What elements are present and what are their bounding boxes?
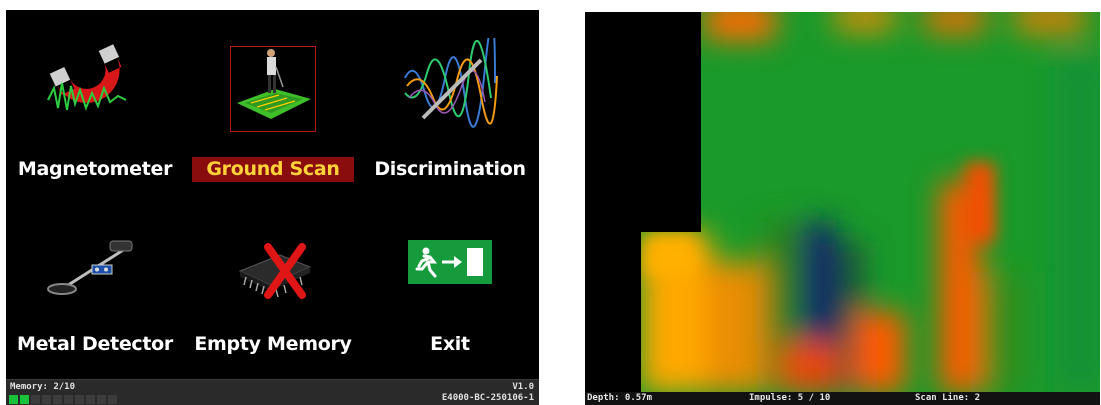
menu-item-magnetometer[interactable]: Magnetometer xyxy=(6,38,184,208)
version-label: V1.0 xyxy=(512,382,534,392)
build-id: E4000-BC-250106-1 xyxy=(441,393,534,403)
menu-label-metal-detector: Metal Detector xyxy=(16,333,174,355)
memory-slot xyxy=(9,395,18,404)
menu-label-magnetometer: Magnetometer xyxy=(17,158,173,180)
magnet-icon xyxy=(40,38,150,138)
menu-label-empty-memory: Empty Memory xyxy=(194,333,352,355)
depth-readout: Depth: 0.57m xyxy=(587,393,653,403)
menu-item-empty-memory[interactable]: Empty Memory xyxy=(184,213,362,383)
metal-detector-icon xyxy=(40,213,150,313)
memory-slot xyxy=(75,395,84,404)
memory-slot xyxy=(108,395,117,404)
memory-slot xyxy=(86,395,95,404)
exit-sign-icon xyxy=(408,240,492,284)
main-menu-screen: Magnetometer Ground Scan Discrimination … xyxy=(6,10,539,405)
memory-count: Memory: 2/10 xyxy=(10,382,76,392)
memory-slot xyxy=(20,395,29,404)
memory-slot xyxy=(64,395,73,404)
empty-memory-chip-icon xyxy=(218,213,328,313)
scan-line-readout: Scan Line: 2 xyxy=(915,393,981,403)
memory-usage-indicator xyxy=(9,395,117,404)
menu-item-exit[interactable]: Exit xyxy=(361,213,539,383)
menu-label-exit: Exit xyxy=(430,333,470,355)
menu-item-ground-scan[interactable]: Ground Scan xyxy=(184,38,362,208)
menu-label-ground-scan: Ground Scan xyxy=(184,157,362,182)
discrimination-waves-icon xyxy=(395,20,505,138)
ground-scan-screen: Depth: 0.57m Impulse: 5 / 10 Scan Line: … xyxy=(585,12,1100,405)
menu-item-discrimination[interactable]: Discrimination xyxy=(361,20,539,208)
scan-status-bar: Depth: 0.57m Impulse: 5 / 10 Scan Line: … xyxy=(585,392,1100,405)
menu-label-discrimination: Discrimination xyxy=(374,158,526,180)
menu-item-metal-detector[interactable]: Metal Detector xyxy=(6,213,184,383)
scan-heatmap[interactable] xyxy=(585,12,1100,392)
memory-slot xyxy=(97,395,106,404)
status-bar: Memory: 2/10 V1.0 E4000-BC-250106-1 xyxy=(6,379,539,405)
memory-slot xyxy=(53,395,62,404)
impulse-readout: Impulse: 5 / 10 xyxy=(749,393,831,403)
memory-slot xyxy=(31,395,40,404)
ground-scan-icon xyxy=(230,46,316,132)
memory-slot xyxy=(42,395,51,404)
